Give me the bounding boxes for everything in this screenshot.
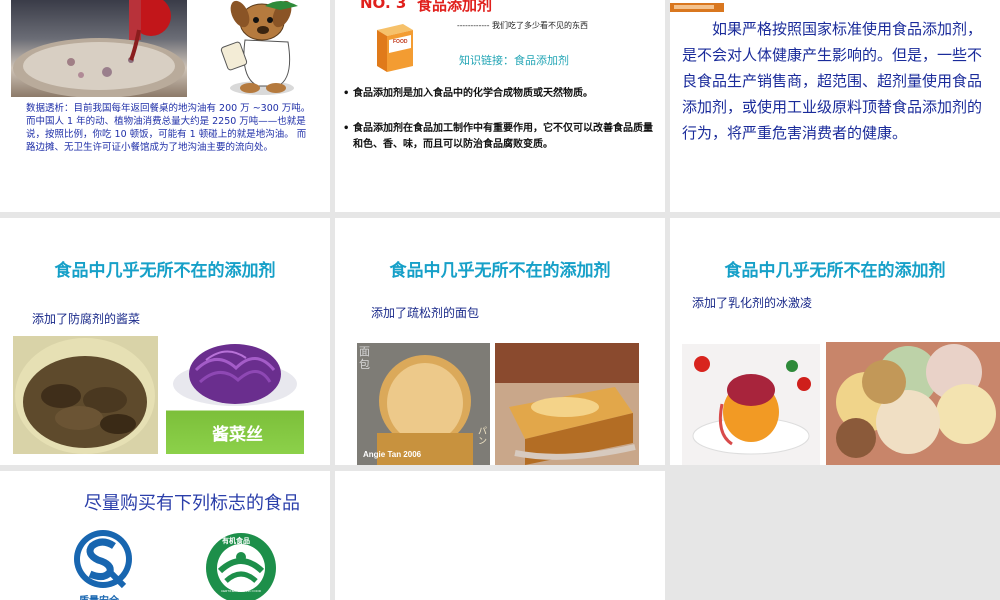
cartoon-dog-image bbox=[210, 0, 315, 97]
cake-photo bbox=[495, 343, 639, 465]
qs-logo: 质量安全 bbox=[72, 528, 134, 600]
organic-logo-label: 有机食品 bbox=[222, 537, 250, 545]
pickled-shreds-label: 酱菜丝 bbox=[212, 425, 263, 445]
food-box-icon: FOOD bbox=[375, 20, 415, 74]
slide-preservatives[interactable]: 食品中几乎无所不在的添加剂 添加了防腐剂的酱菜 酱菜丝 bbox=[0, 218, 330, 465]
icecream-cup-photo bbox=[682, 344, 820, 465]
slide-buy-certified[interactable]: 尽量购买有下列标志的食品 质量安全 有机食品 CERTIFIED ORGANIC… bbox=[0, 471, 330, 600]
bullet-dot: • bbox=[343, 88, 350, 99]
slide-emulsifier[interactable]: 食品中几乎无所不在的添加剂 添加了乳化剂的冰激凌 bbox=[670, 218, 1000, 465]
icecream-scoops-photo bbox=[826, 342, 1000, 465]
food-box-label: FOOD bbox=[393, 39, 408, 45]
bullet-item-1: • 食品添加剂是加入食品中的化学合成物质或天然物质。 bbox=[343, 86, 663, 102]
qs-logo-label: 质量安全 bbox=[79, 592, 119, 600]
empty-grid-cell bbox=[670, 471, 1000, 600]
slide-additive-risk[interactable]: 如果严格按照国家标准使用食品添加剂，是不会对人体健康产生影响的。但是，一些不良食… bbox=[670, 0, 1000, 212]
slide-blank[interactable] bbox=[335, 471, 665, 600]
organic-food-logo: 有机食品 CERTIFIED ORGANIC FOOD bbox=[204, 531, 278, 600]
pot-photo bbox=[11, 0, 187, 97]
slide-leavening[interactable]: 食品中几乎无所不在的添加剂 添加了疏松剂的面包 面包 パン Angie Tan … bbox=[335, 218, 665, 465]
knowledge-link[interactable]: 知识链接：食品添加剂 bbox=[459, 52, 619, 68]
pickles-photo bbox=[13, 336, 158, 454]
pickled-shreds-photo: 酱菜丝 bbox=[166, 330, 304, 454]
slide-gutter-oil[interactable]: 数据透析：目前我国每年返回餐桌的地沟油有 200 万 ~300 万吨。而中国人 … bbox=[0, 0, 330, 212]
bullet-text: 食品添加剂在食品加工制作中有重要作用，它不仅可以改善食品质量和色、香、味，而且可… bbox=[353, 123, 653, 150]
bullet-item-2: • 食品添加剂在食品加工制作中有重要作用，它不仅可以改善食品质量和色、香、味，而… bbox=[343, 121, 658, 153]
slide-grid: 数据透析：目前我国每年返回餐桌的地沟油有 200 万 ~300 万吨。而中国人 … bbox=[0, 0, 1000, 600]
section-title: 食品中几乎无所不在的添加剂 bbox=[389, 261, 611, 281]
bullet-text: 食品添加剂是加入食品中的化学合成物质或天然物质。 bbox=[353, 88, 593, 99]
bread-photo: 面包 パン Angie Tan 2006 bbox=[357, 343, 490, 465]
section-title: 食品中几乎无所不在的添加剂 bbox=[54, 261, 276, 281]
slide-number: NO. 3 bbox=[360, 0, 407, 12]
risk-paragraph: 如果严格按照国家标准使用食品添加剂，是不会对人体健康产生影响的。但是，一些不良食… bbox=[682, 16, 987, 166]
icecream-caption: 添加了乳化剂的冰激凌 bbox=[692, 296, 813, 310]
buy-title: 尽量购买有下列标志的食品 bbox=[84, 493, 300, 514]
slide-food-additives[interactable]: NO. 3 食品添加剂 ------------ 我们吃了多少看不见的东西 FO… bbox=[335, 0, 665, 212]
bread-photo-text-side: パン bbox=[478, 427, 488, 447]
bread-caption: 添加了疏松剂的面包 bbox=[371, 306, 480, 320]
slide-title: 食品添加剂 bbox=[417, 0, 493, 14]
pickles-caption: 添加了防腐剂的酱菜 bbox=[32, 312, 141, 326]
gutter-oil-paragraph: 数据透析：目前我国每年返回餐桌的地沟油有 200 万 ~300 万吨。而中国人 … bbox=[26, 103, 311, 153]
photo-credit: Angie Tan 2006 bbox=[363, 450, 422, 459]
slide-subtitle: ------------ 我们吃了多少看不见的东西 bbox=[457, 21, 588, 30]
section-title: 食品中几乎无所不在的添加剂 bbox=[724, 261, 946, 281]
risk-paragraph-text: 如果严格按照国家标准使用食品添加剂，是不会对人体健康产生影响的。但是，一些不良食… bbox=[682, 20, 983, 142]
corner-decoration bbox=[670, 0, 724, 12]
organic-logo-sub: CERTIFIED ORGANIC FOOD bbox=[220, 589, 262, 593]
bullet-dot: • bbox=[343, 123, 350, 134]
bread-photo-text-top: 面包 bbox=[359, 345, 370, 371]
